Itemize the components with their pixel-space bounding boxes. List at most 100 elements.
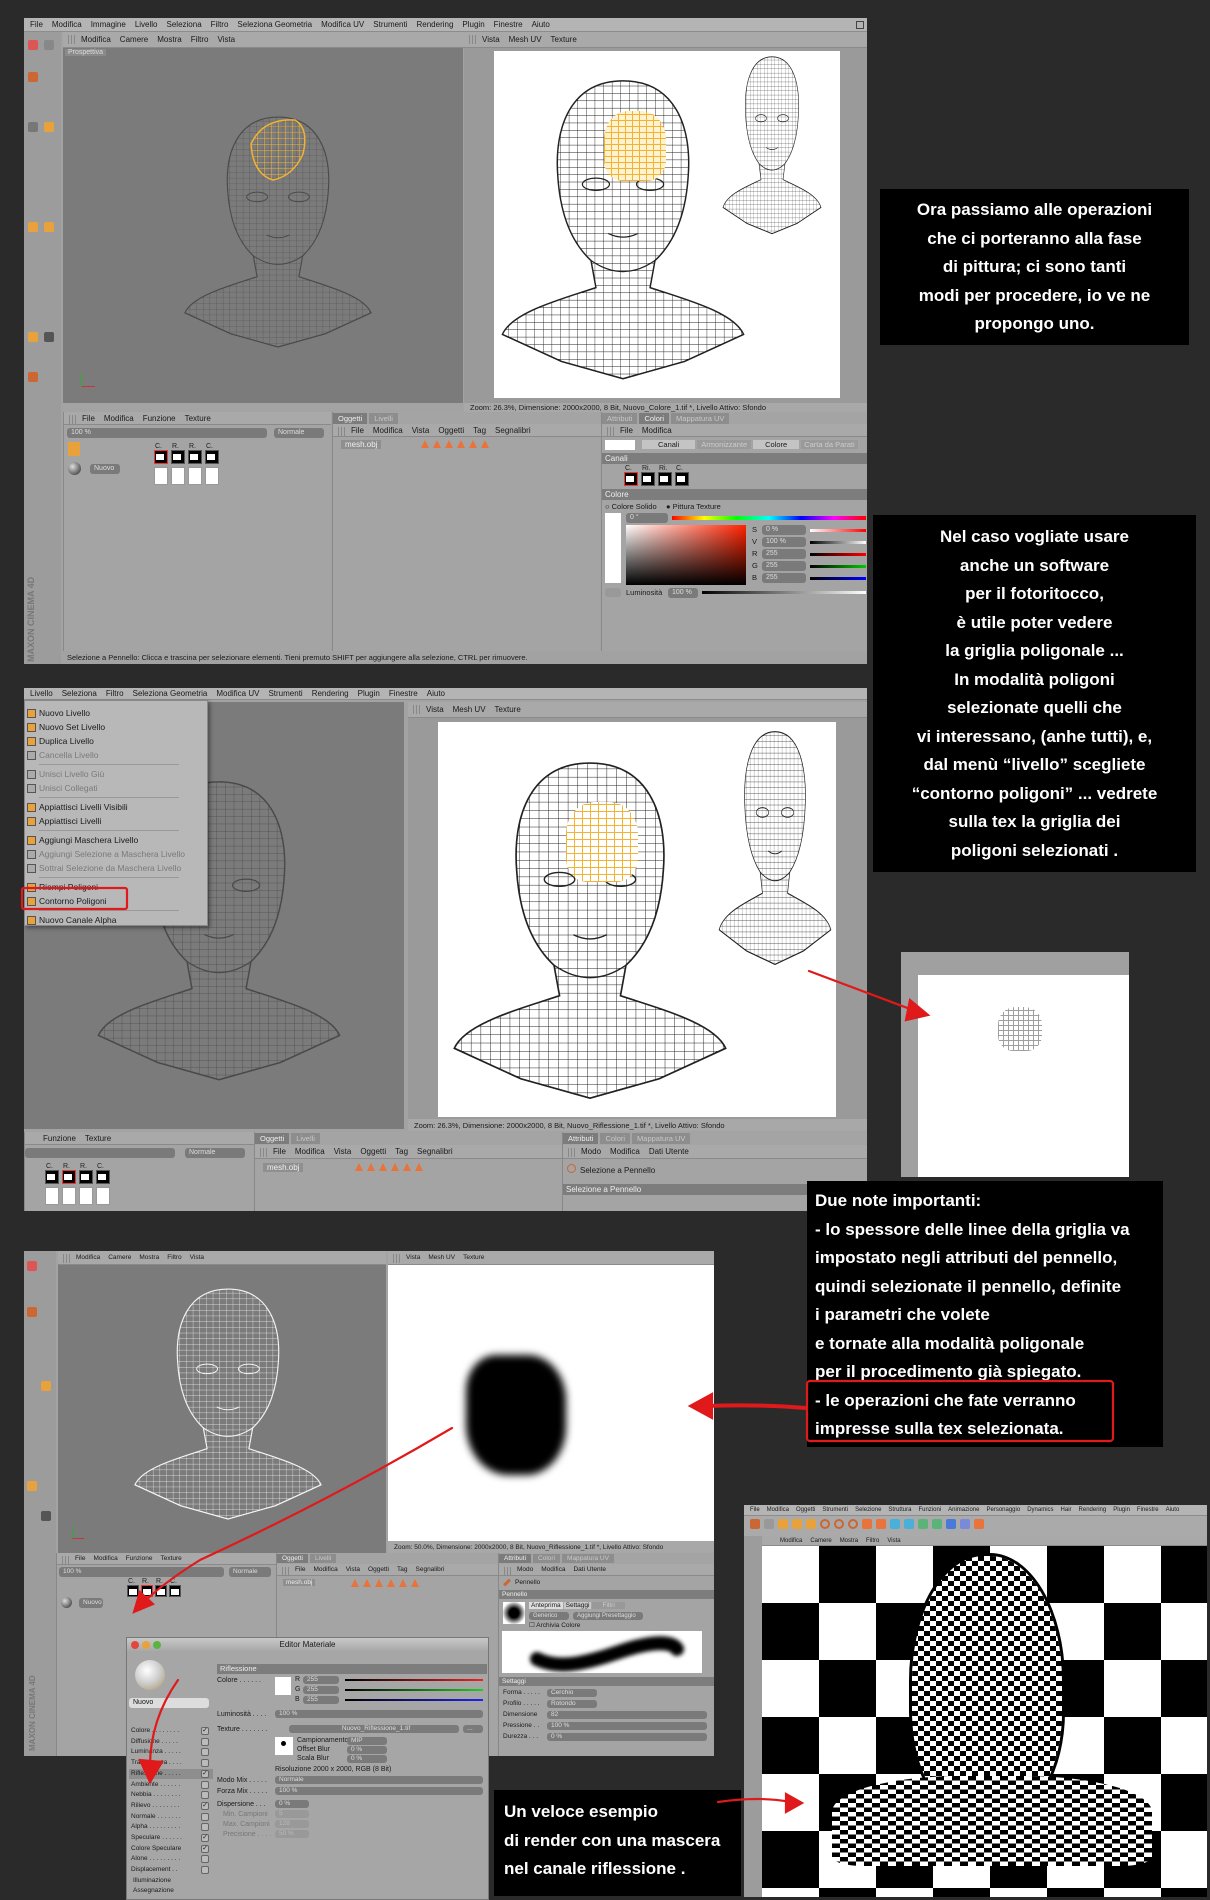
channel-checkbox[interactable]: ✓ — [201, 1727, 209, 1735]
y-axis-icon[interactable] — [834, 1519, 844, 1529]
menu-item-appiattisci-livelli[interactable]: Appiattisci Livelli — [25, 815, 207, 828]
uv-menu-item[interactable]: Vista — [406, 1254, 420, 1261]
menu-item[interactable]: Rendering — [1079, 1507, 1107, 1513]
tab-colori[interactable]: Colori — [600, 1133, 631, 1144]
brush-param-field[interactable]: 100 % — [547, 1722, 707, 1730]
channel-thumb[interactable]: R. — [62, 1163, 76, 1184]
uv-menu-item[interactable]: Texture — [495, 705, 521, 714]
nurbs-icon[interactable] — [918, 1519, 928, 1529]
radio-colore-solido[interactable]: ○ Colore Solido — [605, 502, 657, 511]
channel-row[interactable]: Riflessione . . . . . ✓ — [129, 1768, 213, 1779]
spline-icon[interactable] — [904, 1519, 914, 1529]
texture-menu-item[interactable]: Funzione — [143, 414, 176, 423]
tab-mappatura-uv[interactable]: Mappatura UV — [632, 1133, 691, 1144]
objects-menu-item[interactable]: Segnalibri — [495, 426, 531, 435]
tool-icon[interactable] — [44, 40, 54, 50]
menu-item-nuovo-livello[interactable]: Nuovo Livello — [25, 707, 207, 720]
channel-row[interactable]: Rilievo . . . . . . . . ✓ — [129, 1801, 213, 1811]
channel-thumb[interactable]: Ri. — [641, 465, 655, 486]
menu-item[interactable]: Seleziona — [167, 20, 202, 29]
menu-item-riempi-poligoni[interactable]: Riempi Poligoni — [25, 881, 207, 894]
menu-item[interactable]: Immagine — [91, 20, 126, 29]
brush-param-field[interactable]: 0 % — [547, 1733, 707, 1741]
rgb-field[interactable]: 255 — [303, 1686, 339, 1694]
blend-mode-select[interactable]: Normale — [185, 1148, 245, 1158]
menu-item[interactable]: Strumenti — [373, 20, 407, 29]
menu-item[interactable]: Seleziona Geometria — [237, 20, 312, 29]
uv-menu-item[interactable]: Mesh UV — [509, 35, 542, 44]
channel-thumb[interactable]: R. — [155, 1578, 167, 1597]
channel-row[interactable]: Alpha . . . . . . . . . — [129, 1822, 213, 1832]
tab-settaggi[interactable]: Settaggi — [563, 1602, 592, 1609]
attributes-menu-item[interactable]: Dati Utente — [649, 1147, 689, 1156]
object-row[interactable]: mesh.obj — [263, 1163, 304, 1172]
opacity-field[interactable]: 100 % — [59, 1567, 224, 1577]
tool-icon[interactable] — [44, 222, 54, 232]
menu-item[interactable]: File — [30, 20, 43, 29]
3d-viewport[interactable] — [58, 1265, 386, 1553]
menu-item[interactable]: Strumenti — [268, 689, 302, 698]
rgb-field[interactable]: 255 — [303, 1696, 339, 1704]
texture-canvas[interactable] — [438, 722, 836, 1117]
uv-menu-item[interactable]: Vista — [426, 705, 444, 714]
menu-item[interactable]: Modifica — [52, 20, 82, 29]
channel-row[interactable]: Trasparenza . . . . — [129, 1758, 213, 1768]
color-slider[interactable] — [810, 577, 866, 580]
tool-icon[interactable] — [28, 222, 38, 232]
menu-item-contorno-poligoni[interactable]: Contorno Poligoni — [25, 895, 207, 908]
channel-group-label[interactable]: Illuminazione — [133, 1877, 171, 1884]
objects-menu-item[interactable]: Vista — [334, 1147, 352, 1156]
tab-armonizzante[interactable]: Armonizzante — [697, 440, 752, 449]
menu-item[interactable]: Plugin — [358, 689, 380, 698]
objects-menu-item[interactable]: Segnalibri — [416, 1566, 445, 1573]
texture-menu-item[interactable]: File — [82, 414, 95, 423]
hue-field[interactable]: 0 ° — [626, 513, 668, 523]
channel-thumb[interactable]: R. — [141, 1578, 153, 1597]
texture-canvas[interactable] — [388, 1265, 714, 1541]
menu-item[interactable]: Seleziona Geometria — [133, 689, 208, 698]
texture-menu-item[interactable]: File — [75, 1555, 85, 1562]
layer-thumb[interactable] — [96, 1187, 110, 1205]
layer-thumb[interactable] — [79, 1187, 93, 1205]
radio-pittura-texture[interactable]: ● Pittura Texture — [666, 502, 721, 511]
menu-item[interactable]: Modifica — [767, 1507, 789, 1513]
rgb-slider[interactable] — [345, 1689, 483, 1691]
color-slider[interactable] — [810, 553, 866, 556]
menu-item[interactable]: Livello — [30, 689, 53, 698]
luminosity-field[interactable]: 100 % — [668, 588, 698, 598]
luminosity-field[interactable]: 100 % — [275, 1710, 483, 1718]
channel-checkbox[interactable]: ✓ — [201, 1834, 209, 1842]
channel-checkbox[interactable] — [201, 1759, 209, 1768]
tab-canali[interactable]: Canali — [642, 440, 696, 449]
tab-colori[interactable]: Colori — [639, 413, 670, 424]
channel-row[interactable]: Luminanza . . . . . — [129, 1747, 213, 1757]
preset-select[interactable]: Generico — [529, 1612, 569, 1620]
saturation-value-picker[interactable] — [626, 525, 746, 585]
channel-thumb[interactable]: Ri. — [658, 465, 672, 486]
channel-row[interactable]: Normale . . . . . . . — [129, 1812, 213, 1822]
menu-item[interactable]: Aiuto — [532, 20, 550, 29]
color-slider[interactable] — [810, 565, 866, 568]
viewport-menu-item[interactable]: Filtro — [191, 35, 209, 44]
menu-item[interactable]: Rendering — [312, 689, 349, 698]
move-tool-icon[interactable] — [778, 1519, 788, 1529]
tool-icon[interactable] — [28, 332, 38, 342]
tab-livelli[interactable]: Livelli — [291, 1133, 320, 1144]
color-slider[interactable] — [810, 529, 866, 532]
objects-menu-item[interactable]: Tag — [395, 1147, 408, 1156]
channel-thumb[interactable]: R. — [79, 1163, 93, 1184]
close-window-icon[interactable] — [856, 21, 864, 29]
viewport-menu-item[interactable]: Camere — [810, 1538, 831, 1544]
viewport-menu-item[interactable]: Camere — [120, 35, 148, 44]
slider-value-field[interactable]: 0 % — [762, 525, 806, 535]
undo-icon[interactable] — [750, 1519, 760, 1529]
attributes-menu-item[interactable]: Dati Utente — [573, 1566, 606, 1573]
menu-item-nuovo-set-livello[interactable]: Nuovo Set Livello — [25, 721, 207, 734]
object-row[interactable]: mesh.obj — [341, 440, 382, 449]
channel-checkbox[interactable] — [201, 1737, 209, 1746]
channel-thumb[interactable]: R. — [171, 443, 185, 464]
channel-checkbox[interactable] — [201, 1823, 209, 1832]
opacity-field[interactable]: 100 % — [67, 428, 267, 438]
object-row[interactable]: mesh.obj — [283, 1579, 316, 1586]
scale-tool-icon[interactable] — [792, 1519, 802, 1529]
